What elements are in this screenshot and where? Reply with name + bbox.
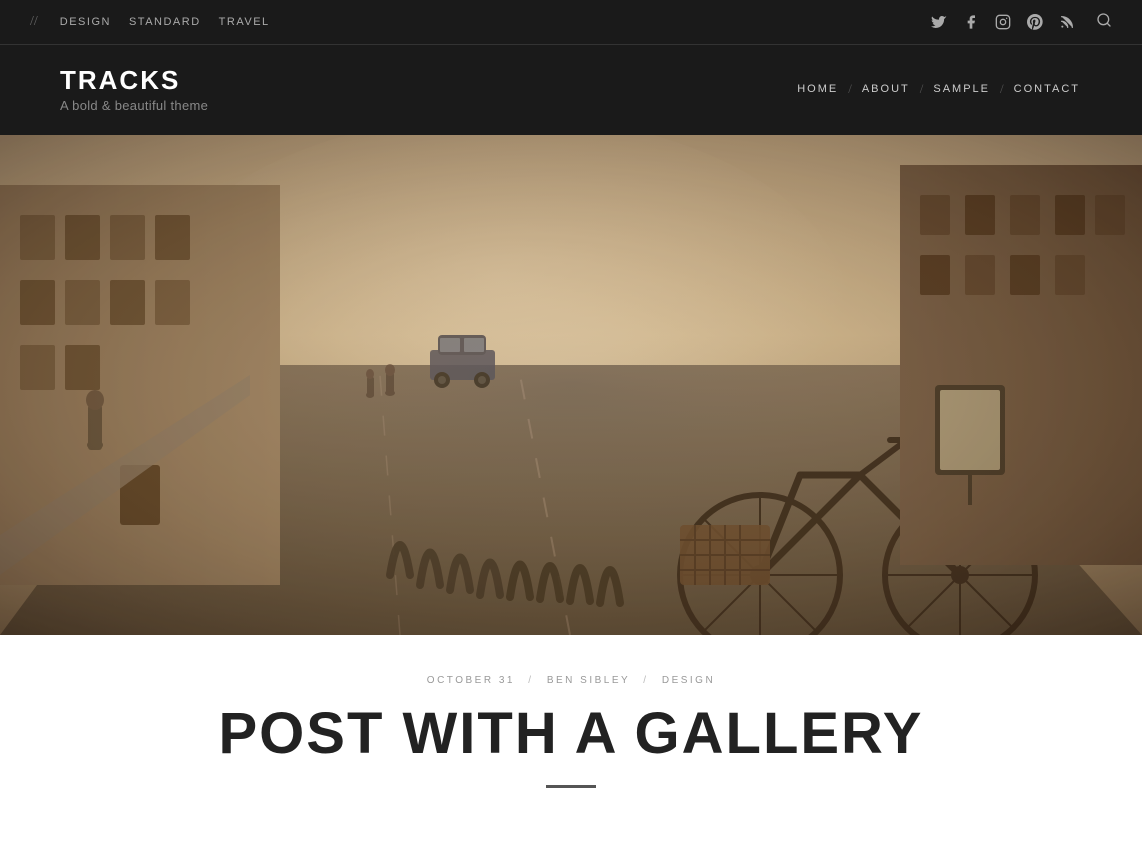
post-category: DESIGN [662,675,715,686]
site-logo[interactable]: TRACKS A bold & beautiful theme [60,65,208,113]
post-meta: OCTOBER 31 / BEN SIBLEY / DESIGN [140,675,1002,686]
nav-home[interactable]: HOME [795,79,840,99]
facebook-icon[interactable] [962,13,980,31]
nav-separator-icon: // [30,14,38,30]
pinterest-icon[interactable] [1026,13,1044,31]
meta-sep-1: / [528,675,533,686]
nav-link-travel[interactable]: TRAVEL [219,16,270,28]
post-date: OCTOBER 31 [427,675,515,686]
rss-icon[interactable] [1058,13,1076,31]
hero-image [0,135,1142,635]
post-title: POST WITH A GALLERY [140,704,1002,765]
nav-sep-2: / [920,81,924,97]
meta-sep-2: / [643,675,648,686]
post-author: BEN SIBLEY [547,675,630,686]
top-nav-social [930,12,1112,33]
site-tagline: A bold & beautiful theme [60,98,208,113]
nav-link-design[interactable]: DESIGN [60,16,111,28]
nav-sep-1: / [848,81,852,97]
nav-about[interactable]: ABOUT [860,79,912,99]
twitter-icon[interactable] [930,13,948,31]
nav-sep-3: / [1000,81,1004,97]
instagram-icon[interactable] [994,13,1012,31]
nav-contact[interactable]: CONTACT [1012,79,1082,99]
site-title: TRACKS [60,65,208,96]
top-nav-bar: // DESIGN STANDARD TRAVEL [0,0,1142,44]
nav-sample[interactable]: SAMPLE [931,79,992,99]
post-title-divider [546,785,596,788]
nav-link-standard[interactable]: STANDARD [129,16,201,28]
top-nav-links: // DESIGN STANDARD TRAVEL [30,14,270,30]
site-header: TRACKS A bold & beautiful theme HOME / A… [0,44,1142,135]
content-box: OCTOBER 31 / BEN SIBLEY / DESIGN POST WI… [60,635,1082,818]
post-content-area: OCTOBER 31 / BEN SIBLEY / DESIGN POST WI… [120,635,1022,818]
main-nav: HOME / ABOUT / SAMPLE / CONTACT [795,79,1082,99]
search-icon[interactable] [1096,12,1112,33]
